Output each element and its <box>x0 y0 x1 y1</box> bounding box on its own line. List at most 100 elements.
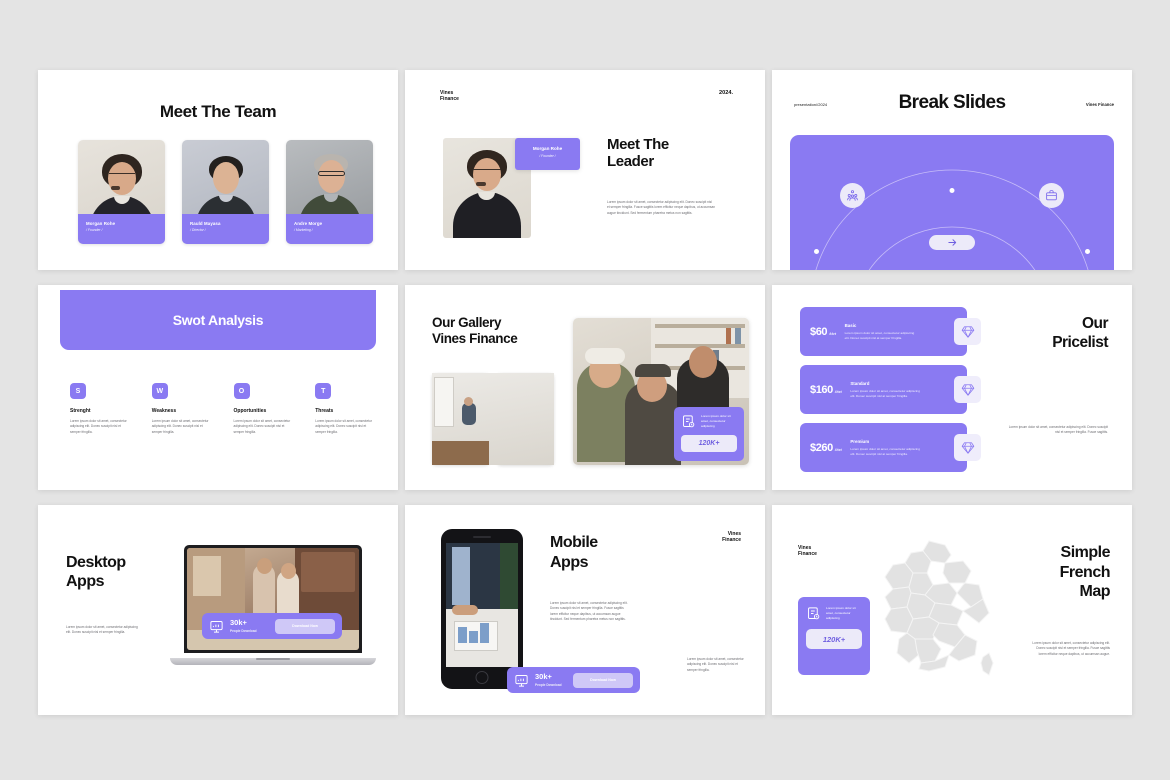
leader-role: / Founder / <box>539 153 556 158</box>
body-paragraph: Lorem ipsum dolor sit amet, consectetur … <box>607 200 716 215</box>
map-stat-card: Lorem ipsum dolor sit amet, consectetur … <box>798 597 870 675</box>
year-label: 2024. <box>719 90 733 96</box>
download-count: 30k+ <box>535 672 552 682</box>
plan-description: Lorem ipsum dolor sit amet, consectetur … <box>850 446 921 456</box>
member-name: Rauld Mayasa <box>190 221 221 226</box>
swot-description: Lorem ipsum dolor sit amet, consectetur … <box>233 419 291 434</box>
leader-name: Morgan Rohe <box>532 146 563 151</box>
plan-description: Lorem ipsum dolor sit amet, consectetur … <box>844 330 915 340</box>
slide-meet-the-team[interactable]: Meet The Team Morgan Rohe / Founder / Ra… <box>38 70 398 270</box>
gallery-main-image[interactable]: Lorem ipsum dolor sit amet, consectetur … <box>573 318 749 465</box>
body-paragraph: Lorem ipsum dolor sit amet, consectetur … <box>1008 425 1108 435</box>
swot-letter-chip: W <box>151 383 168 399</box>
swot-item[interactable]: S Strenght Lorem ipsum dolor sit amet, c… <box>70 383 127 435</box>
slide-simple-french-map[interactable]: Vines Finance Lorem ipsum dolor sit amet… <box>772 505 1132 715</box>
price-plan-row[interactable]: $60/Mont Basic Lorem ipsum dolor sit ame… <box>800 307 981 356</box>
slide-break-slides[interactable]: presentation//2024 Break Slides Vines Fi… <box>772 70 1132 270</box>
member-name: Andre Morge <box>294 221 323 226</box>
page-title: Meet The Team <box>159 102 277 121</box>
price-plan-row[interactable]: $160/Mont Standard Lorem ipsum dolor sit… <box>800 365 981 414</box>
swot-heading: Threats <box>315 408 334 414</box>
download-label: People Download <box>230 628 257 633</box>
slide-grid: Meet The Team Morgan Rohe / Founder / Ra… <box>38 70 1132 715</box>
swot-heading: Weakness <box>151 408 177 414</box>
team-member-card[interactable]: Rauld Mayasa / Director / <box>182 140 269 244</box>
swot-item[interactable]: W Weakness Lorem ipsum dolor sit amet, c… <box>151 383 209 435</box>
brand-logo: Vines Finance <box>798 545 817 558</box>
slide-meet-the-leader[interactable]: Vines Finance 2024. Morgan Rohe / Founde… <box>405 70 765 270</box>
team-member-card[interactable]: Morgan Rohe / Founder / <box>78 140 165 244</box>
swot-description: Lorem ipsum dolor sit amet, consectetur … <box>70 419 127 434</box>
plan-name: Basic <box>844 322 857 328</box>
gallery-stat-card: Lorem ipsum dolor sit amet, consectetur … <box>674 407 744 461</box>
swot-letter-chip: T <box>315 383 332 399</box>
gallery-kpi: 120K+ <box>681 435 737 452</box>
arrow-right-icon <box>947 239 956 246</box>
plan-period: /Mont <box>829 331 836 336</box>
download-stat-badge: 30k+ People Download Download Now <box>507 667 640 693</box>
member-caption: Rauld Mayasa / Director / <box>182 214 269 244</box>
member-role: / Founder / <box>86 228 103 232</box>
download-now-button[interactable]: Download Now <box>573 672 633 688</box>
next-button[interactable] <box>929 235 975 250</box>
title-band: Swot Analysis <box>60 290 376 350</box>
swot-letter-chip: S <box>70 383 86 399</box>
france-map[interactable] <box>870 537 1002 677</box>
brand-logo: Vines Finance <box>440 90 459 103</box>
orbit-node-top <box>949 188 955 193</box>
page-title: Our Pricelist <box>1052 315 1108 351</box>
member-caption: Morgan Rohe / Founder / <box>78 214 165 244</box>
page-title: Our Gallery Vines Finance <box>432 315 518 347</box>
plan-name: Premium <box>850 438 870 444</box>
phone-speaker <box>473 536 491 538</box>
diamond-icon <box>954 434 981 461</box>
slide-mobile-apps[interactable]: Mobile Apps Lorem ipsum dolor sit amet, … <box>405 505 765 715</box>
slide-desktop-apps[interactable]: Desktop Apps Lorem ipsum dolor sit amet,… <box>38 505 398 715</box>
download-count: 30k+ <box>230 618 247 628</box>
gallery-thumbnail[interactable] <box>432 373 554 465</box>
diamond-icon <box>954 376 981 403</box>
plan-price: $60/Mont <box>810 325 836 338</box>
slide-our-gallery[interactable]: Our Gallery Vines Finance Lorem ipsum do… <box>405 285 765 490</box>
laptop-screen: 30k+ People Download Download Now <box>184 545 362 653</box>
team-member-card[interactable]: Andre Morge / Marketing / <box>286 140 373 244</box>
laptop-mockup: 30k+ People Download Download Now <box>170 545 376 665</box>
swot-heading: Strenght <box>70 408 91 414</box>
phone-mockup <box>441 529 523 689</box>
orbit-node-right <box>1085 249 1090 254</box>
phone-screen <box>446 543 518 667</box>
plan-period: /Mont <box>834 389 842 394</box>
slide-our-pricelist[interactable]: $60/Mont Basic Lorem ipsum dolor sit ame… <box>772 285 1132 490</box>
plan-description: Lorem ipsum dolor sit amet, consectetur … <box>850 388 921 398</box>
download-now-button[interactable]: Download Now <box>275 618 335 634</box>
price-plan-row[interactable]: $260/Mont Premium Lorem ipsum dolor sit … <box>800 423 981 472</box>
phone-home-button[interactable] <box>475 671 489 684</box>
page-title: Meet The Leader <box>607 136 669 171</box>
member-caption: Andre Morge / Marketing / <box>286 214 373 244</box>
swot-item[interactable]: T Threats Lorem ipsum dolor sit amet, co… <box>315 383 372 435</box>
member-role: / Director / <box>190 228 206 232</box>
download-stat-badge: 30k+ People Download Download Now <box>202 613 342 639</box>
monitor-chart-icon <box>515 674 528 687</box>
monitor-chart-icon <box>210 620 223 633</box>
document-chart-icon <box>683 415 695 428</box>
briefcase-icon[interactable] <box>1039 183 1064 208</box>
body-paragraph: Lorem ipsum dolor sit amet, consectetur … <box>66 625 138 635</box>
member-name: Morgan Rohe <box>86 221 116 226</box>
body-paragraph: Lorem ipsum dolor sit amet, consectetur … <box>1032 641 1110 656</box>
plan-period: /Mont <box>834 447 842 452</box>
page-title: Simple French Map <box>1059 544 1111 601</box>
gallery-thumbnail-list <box>432 373 554 465</box>
slide-swot-analysis[interactable]: Swot Analysis S Strenght Lorem ipsum dol… <box>38 285 398 490</box>
swot-description: Lorem ipsum dolor sit amet, consectetur … <box>315 419 372 434</box>
team-card-list: Morgan Rohe / Founder / Rauld Mayasa / D… <box>78 140 373 244</box>
plan-name: Standard <box>850 380 870 386</box>
page-title: Break Slides <box>898 92 1006 113</box>
page-title: Mobile Apps <box>550 534 598 571</box>
download-label: People Download <box>535 682 562 687</box>
orbit-node-left <box>814 249 819 254</box>
people-group-icon[interactable] <box>840 183 865 208</box>
swot-item[interactable]: O Opportunities Lorem ipsum dolor sit am… <box>233 383 291 435</box>
break-panel <box>790 135 1114 270</box>
brand-logo: Vines Finance <box>722 531 741 544</box>
